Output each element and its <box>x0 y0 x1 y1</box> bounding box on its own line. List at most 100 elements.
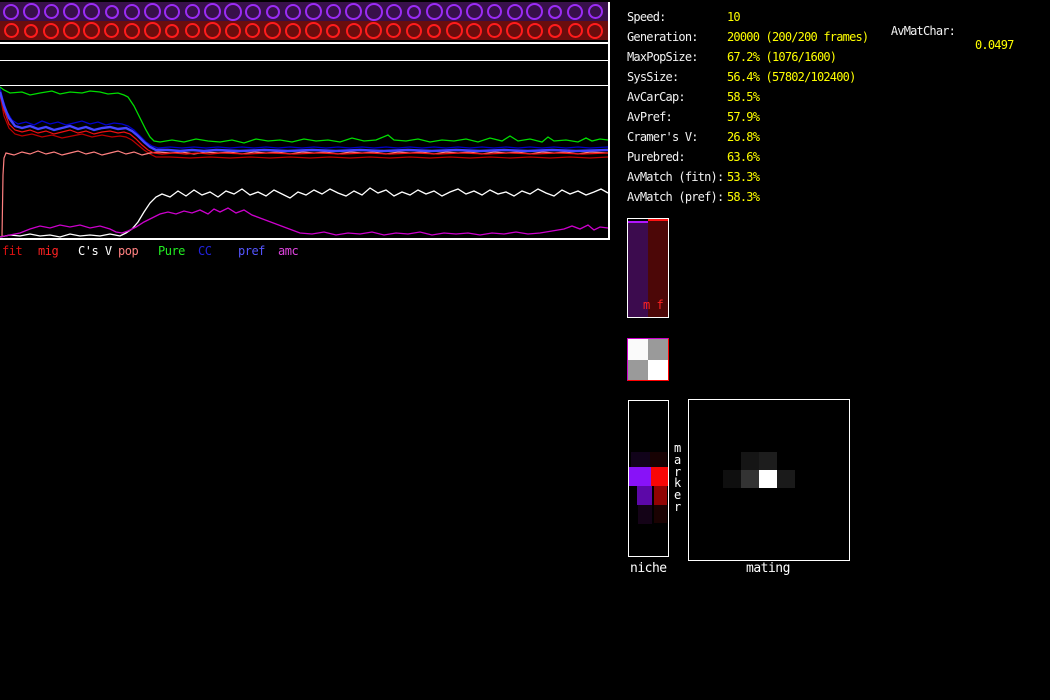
agent-circle <box>305 3 322 20</box>
world-row-bottom <box>0 21 608 40</box>
stat-row: AvPref: 57.9% <box>627 110 1047 130</box>
separator-line-upper <box>0 60 610 61</box>
stat-row: SysSize:56.4% (57802/102400) <box>627 70 1047 90</box>
agent-circle <box>185 23 200 38</box>
agent-circle <box>83 22 100 39</box>
legend-item-csv: C's V <box>78 244 112 258</box>
chart-series-fit <box>0 90 608 154</box>
chart-series-pref <box>0 92 608 151</box>
agent-circle <box>386 4 402 20</box>
histogram-pixel <box>741 452 759 470</box>
world-population-strip <box>0 2 610 44</box>
agent-circle <box>144 3 161 20</box>
chart-series-amc <box>0 208 608 237</box>
legend-item-pop: pop <box>118 244 138 258</box>
stat-value: 58.3% <box>727 190 759 204</box>
stat-label: AvCarCap: <box>627 90 685 104</box>
simulation-app-window: { "strip": { "rows": [ { "name": "purple… <box>0 0 1050 700</box>
agent-circle <box>285 4 301 20</box>
agent-circle <box>548 5 562 19</box>
histogram-pixel <box>741 470 759 488</box>
agent-circle <box>245 4 261 20</box>
agent-circle <box>406 23 422 39</box>
stat-label: AvMatChar: <box>891 24 955 38</box>
agent-circle <box>264 22 281 39</box>
stat-value: 10 <box>727 10 740 24</box>
agent-circle <box>446 22 463 39</box>
histogram-pixel <box>629 467 651 486</box>
histogram-pixel <box>654 505 667 523</box>
legend-item-fit: fit <box>2 244 22 258</box>
agent-circle <box>63 22 80 39</box>
agent-circle <box>346 23 362 39</box>
fitness-cell <box>648 339 668 360</box>
stat-row: AvMatch (pref): 58.3% <box>627 190 1047 210</box>
history-chart-panel <box>0 86 610 238</box>
agent-circle <box>426 3 443 20</box>
agent-circle <box>23 3 40 20</box>
stat-label: SysSize: <box>627 70 678 84</box>
legend-item-amc: amc <box>278 244 298 258</box>
agent-circle <box>567 4 583 20</box>
histogram-pixel <box>759 470 777 488</box>
agent-circle <box>44 4 59 19</box>
female-bar-cap <box>648 219 668 221</box>
histogram-pixel <box>654 486 667 505</box>
agent-circle <box>386 23 401 38</box>
stat-value: 58.5% <box>727 90 759 104</box>
stat-label: AvPref: <box>627 110 672 124</box>
agent-circle <box>224 3 242 21</box>
agent-circle <box>526 3 543 20</box>
agent-circle <box>266 5 280 19</box>
marker-axis-label: m a r k e r <box>674 443 681 514</box>
stat-label: AvMatch (pref): <box>627 190 723 204</box>
agent-circle <box>225 23 241 39</box>
agent-circle <box>185 4 200 19</box>
niche-grid <box>628 400 669 557</box>
histogram-pixel <box>723 470 741 488</box>
agent-circle <box>24 24 38 38</box>
male-bar-cap <box>628 221 648 223</box>
agent-circle <box>124 23 140 39</box>
stat-value: 20000 (200/200 frames) <box>727 30 868 44</box>
agent-circle <box>427 24 441 38</box>
agent-circle <box>63 3 80 20</box>
stat-value: 0.0497 <box>975 38 1014 52</box>
stat-row: AvMatch (fitn): 53.3% <box>627 170 1047 190</box>
agent-circle <box>446 4 462 20</box>
niche-label: niche <box>630 561 667 576</box>
agent-circle <box>4 23 19 38</box>
stat-label: Purebred: <box>627 150 685 164</box>
fitness-cell <box>648 360 668 381</box>
mating-label: mating <box>746 561 790 576</box>
stat-row: Cramer's V:26.8% <box>627 130 1047 150</box>
fitness-cell <box>628 339 648 360</box>
stat-label: Generation: <box>627 30 698 44</box>
agent-circle <box>144 22 161 39</box>
chart-series-Pure <box>0 87 608 143</box>
histogram-pixel <box>638 505 652 524</box>
stat-label: AvMatch (fitn): <box>627 170 723 184</box>
histogram-pixel <box>759 452 777 470</box>
stat-value: 53.3% <box>727 170 759 184</box>
histogram-pixel <box>637 486 652 505</box>
fitness-grid-panel <box>627 338 669 381</box>
sex-histogram-panel: m f <box>627 218 669 318</box>
agent-circle <box>487 23 502 38</box>
stat-row: MaxPopSize:67.2% (1076/1600) <box>627 50 1047 70</box>
fitness-cell <box>628 360 648 381</box>
stat-label: MaxPopSize: <box>627 50 698 64</box>
agent-circle <box>326 4 341 19</box>
stat-value: 57.9% <box>727 110 759 124</box>
stat-value: 26.8% <box>727 130 759 144</box>
agent-circle <box>587 23 603 39</box>
agent-circle <box>365 22 382 39</box>
agent-circle <box>285 23 301 39</box>
male-female-label: m f <box>643 298 663 312</box>
chart-series-CsV <box>0 188 608 237</box>
legend-item-mig: mig <box>38 244 58 258</box>
agent-circle <box>105 5 119 19</box>
histogram-pixel <box>631 452 650 467</box>
agent-circle <box>568 23 583 38</box>
stat-value: 63.6% <box>727 150 759 164</box>
